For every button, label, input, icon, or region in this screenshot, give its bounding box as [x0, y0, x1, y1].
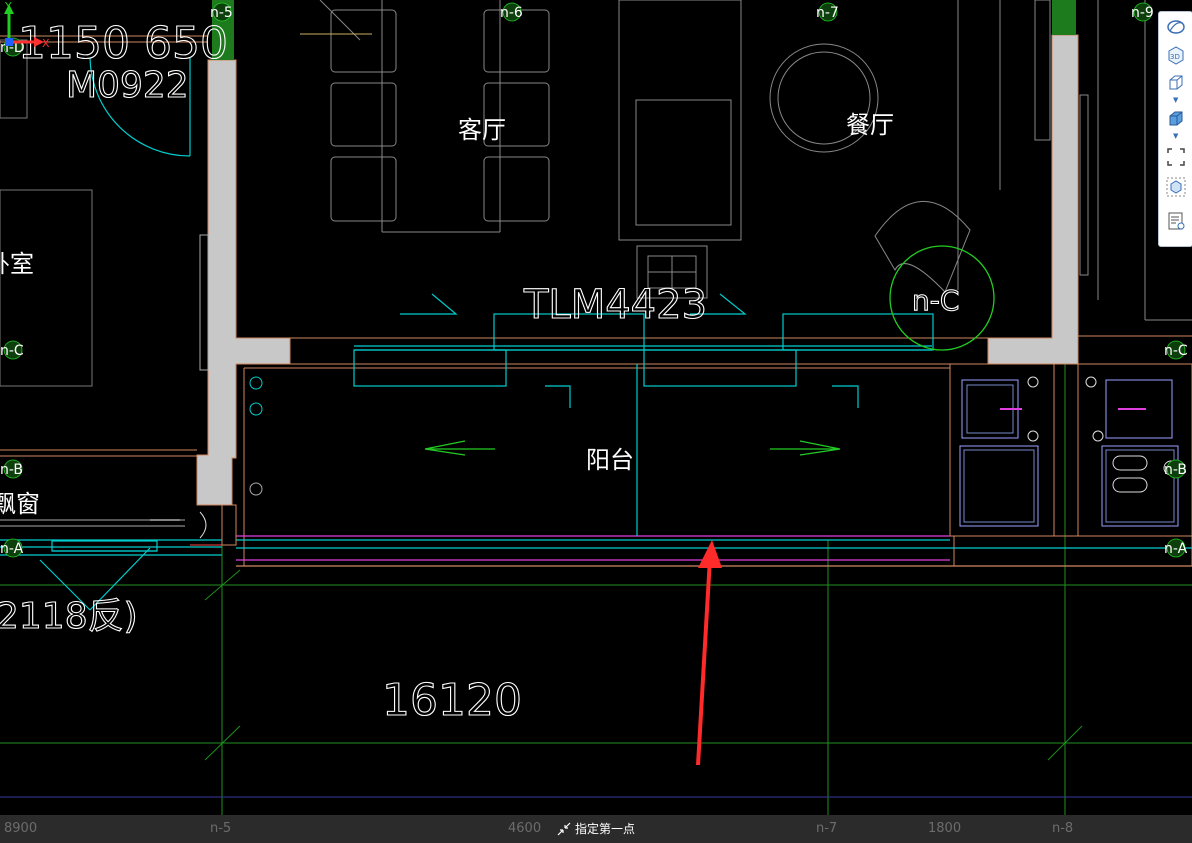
extents-frame-icon — [1167, 148, 1185, 166]
cad-drawing-canvas[interactable]: n-5 n-6 n-7 n-9 n-D n-C n-B n-A n-C n-B … — [0, 0, 1192, 843]
chevron-down-icon[interactable]: ▼ — [1173, 96, 1178, 104]
view-3d-button[interactable]: 3D — [1165, 44, 1187, 66]
command-prompt: 指定第一点 — [557, 820, 635, 837]
balcony-railing — [0, 519, 1192, 611]
grid-bubble-label: n-C — [912, 284, 959, 317]
command-prompt-text: 指定第一点 — [575, 822, 636, 836]
layer-properties-icon — [1168, 212, 1185, 230]
total-dimension: 16120 — [382, 675, 522, 726]
box-wireframe-icon — [1169, 75, 1183, 90]
svg-text:3D: 3D — [1170, 53, 1180, 61]
window-tag-tlm4423: TLM4423 — [523, 282, 707, 328]
grid-label-nc-left: n-C — [0, 343, 24, 359]
layer-properties-button[interactable] — [1165, 210, 1187, 232]
view-3d-icon: 3D — [1168, 46, 1184, 65]
cube-view-icon — [1166, 177, 1186, 197]
living-room-furniture — [319, 0, 550, 233]
room-bay-window-partial: 飘窗 — [0, 490, 40, 518]
pick-point-icon — [557, 822, 571, 835]
grid-label-n9-top: n-9 — [1131, 5, 1154, 21]
sliding-door-tlm4423 — [353, 293, 934, 536]
ucs-y-label: Y — [4, 0, 12, 13]
column-right — [1052, 0, 1076, 35]
room-bedroom-partial: 卧室 — [0, 250, 34, 278]
view-toolbar: 3D ▼ ▼ — [1158, 11, 1192, 247]
chevron-down-icon-2[interactable]: ▼ — [1173, 132, 1178, 140]
orbit-icon — [1167, 20, 1185, 34]
grid-label-n6-top: n-6 — [500, 5, 523, 21]
grid-label-na-right: n-A — [1164, 541, 1188, 557]
grid-label-na-left: n-A — [0, 541, 24, 557]
orbit-button[interactable] — [1165, 16, 1187, 38]
partial-tag-bottom-left: 2118反) — [0, 596, 138, 637]
status-cut-label-e: 1800 — [928, 821, 962, 836]
ucs-x-label: X — [42, 37, 50, 50]
extents-frame-button[interactable] — [1165, 146, 1187, 168]
grid-label-nb-left: n-B — [0, 462, 23, 478]
grid-label-nc-right: n-C — [1164, 343, 1188, 359]
status-cut-label-a: 8900 — [4, 821, 38, 836]
room-balcony: 阳台 — [586, 446, 634, 474]
door-tag-m0922: M0922 — [66, 65, 189, 106]
status-cut-label-d: n-7 — [816, 821, 838, 836]
status-bar: 8900 n-5 4600 n-7 1800 n-8 指定第一点 — [0, 815, 1192, 843]
grid-label-n7-top: n-7 — [816, 5, 839, 21]
room-dining: 餐厅 — [846, 111, 894, 139]
box-shaded-button[interactable] — [1165, 108, 1187, 130]
laundry-fixtures — [959, 376, 1179, 527]
dining-furniture — [618, 0, 1001, 299]
status-cut-label-b: n-5 — [210, 821, 232, 836]
grid-label-nb-right: n-B — [1164, 462, 1187, 478]
ucs-axis-icon: Y X — [4, 0, 50, 50]
drawing-svg: n-5 n-6 n-7 n-9 n-D n-C n-B n-A n-C n-B … — [0, 0, 1192, 815]
status-cut-label-f: n-8 — [1052, 821, 1074, 836]
box-wireframe-button[interactable] — [1165, 72, 1187, 94]
red-annotation-arrow — [696, 540, 722, 765]
cube-view-button[interactable] — [1165, 176, 1187, 198]
room-living: 客厅 — [458, 116, 506, 144]
status-cut-label-c: 4600 — [508, 821, 542, 836]
box-shaded-icon — [1169, 111, 1183, 126]
balcony-drains — [249, 376, 263, 496]
